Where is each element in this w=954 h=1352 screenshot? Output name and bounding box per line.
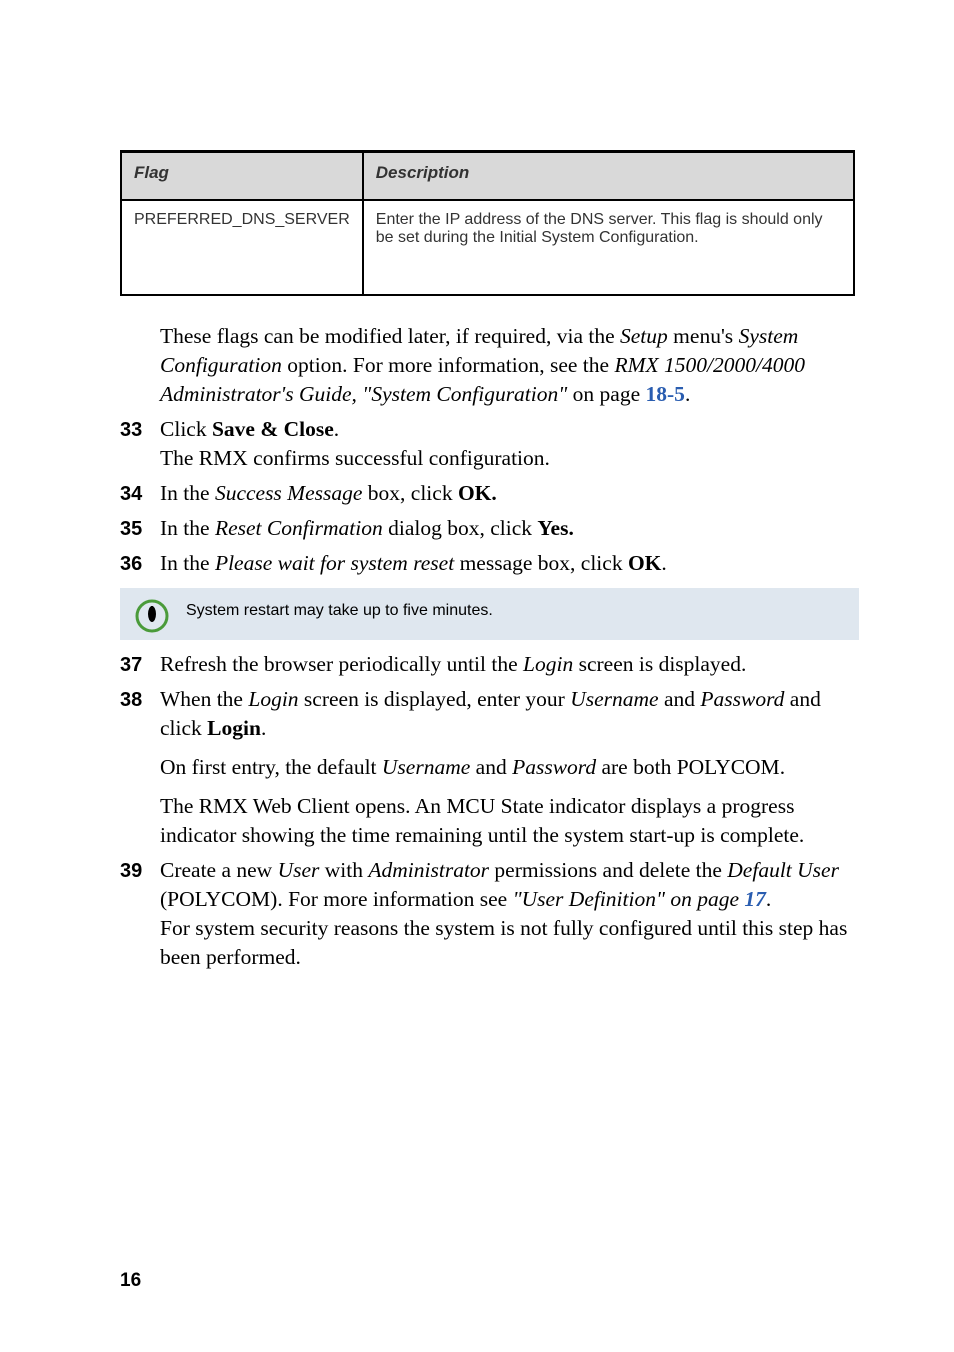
note-text: System restart may take up to five minut… bbox=[186, 602, 493, 619]
emph: Administrator bbox=[368, 858, 489, 882]
col-header-desc: Description bbox=[363, 152, 854, 200]
emph: Username bbox=[382, 755, 470, 779]
emph: Login bbox=[523, 652, 573, 676]
text: menu's bbox=[668, 324, 739, 348]
text: . bbox=[334, 417, 339, 441]
emph: Username bbox=[570, 687, 658, 711]
bold-ok: OK bbox=[628, 551, 661, 575]
text: ). For more information see bbox=[270, 887, 512, 911]
step-number: 39 bbox=[120, 858, 142, 885]
step-34: 34 In the Success Message box, click OK. bbox=[120, 479, 859, 508]
text: screen is displayed. bbox=[573, 652, 746, 676]
step-36: 36 In the Please wait for system reset m… bbox=[120, 549, 859, 578]
text: Create a new bbox=[160, 858, 278, 882]
bold-yes: Yes. bbox=[537, 516, 573, 540]
text: In the bbox=[160, 551, 215, 575]
text: and bbox=[470, 755, 512, 779]
text: are both bbox=[596, 755, 677, 779]
col-header-flag: Flag bbox=[121, 152, 363, 200]
emph: Success Message bbox=[215, 481, 362, 505]
cell-desc: Enter the IP address of the DNS server. … bbox=[363, 200, 854, 295]
step-number: 33 bbox=[120, 417, 142, 444]
text: . bbox=[661, 551, 666, 575]
text: box, click bbox=[362, 481, 458, 505]
bold-save-close: Save & Close bbox=[212, 417, 334, 441]
intro-paragraph: These flags can be modified later, if re… bbox=[160, 322, 859, 409]
text: dialog box, click bbox=[383, 516, 538, 540]
sub-paragraph: The RMX Web Client opens. An MCU State i… bbox=[160, 792, 859, 850]
step-number: 35 bbox=[120, 516, 142, 543]
text-polycom: POLYCOM bbox=[167, 887, 270, 911]
emph: User bbox=[278, 858, 320, 882]
text: . bbox=[766, 887, 771, 911]
bold-login: Login bbox=[207, 716, 261, 740]
page-link-17[interactable]: 17 bbox=[744, 887, 766, 911]
step-33: 33 Click Save & Close. The RMX confirms … bbox=[120, 415, 859, 473]
text: When the bbox=[160, 687, 248, 711]
emph: Password bbox=[700, 687, 784, 711]
text: On first entry, the default bbox=[160, 755, 382, 779]
step-number: 37 bbox=[120, 652, 142, 679]
text: and bbox=[659, 687, 701, 711]
step-number: 34 bbox=[120, 481, 142, 508]
emph-systitle: "System Configuration" bbox=[362, 382, 567, 406]
note-box: System restart may take up to five minut… bbox=[120, 588, 859, 640]
text: These flags can be modified later, if re… bbox=[160, 324, 620, 348]
flag-table: Flag Description PREFERRED_DNS_SERVER En… bbox=[120, 150, 855, 296]
text: permissions and delete the bbox=[489, 858, 727, 882]
emph: Password bbox=[512, 755, 596, 779]
info-icon bbox=[134, 598, 170, 634]
text: option. For more information, see the bbox=[282, 353, 615, 377]
text: In the bbox=[160, 516, 215, 540]
text: In the bbox=[160, 481, 215, 505]
step-35: 35 In the Reset Confirmation dialog box,… bbox=[120, 514, 859, 543]
text: on page bbox=[567, 382, 645, 406]
text: . bbox=[261, 716, 266, 740]
step-number: 38 bbox=[120, 687, 142, 714]
page-link-18-5[interactable]: 18-5 bbox=[646, 382, 685, 406]
text: . bbox=[780, 755, 785, 779]
emph-setup: Setup bbox=[620, 324, 668, 348]
cell-flag: PREFERRED_DNS_SERVER bbox=[121, 200, 363, 295]
text: For system security reasons the system i… bbox=[160, 916, 847, 969]
page-number: 16 bbox=[120, 1270, 141, 1292]
sub-paragraph: On first entry, the default Username and… bbox=[160, 753, 859, 782]
text: Click bbox=[160, 417, 212, 441]
step-number: 36 bbox=[120, 551, 142, 578]
bold-ok: OK. bbox=[458, 481, 497, 505]
text: with bbox=[319, 858, 368, 882]
emph-user-def: User Definition" on page bbox=[522, 887, 745, 911]
text: message box, click bbox=[454, 551, 628, 575]
emph: Login bbox=[248, 687, 298, 711]
text-polycom: POLYCOM bbox=[677, 755, 780, 779]
table-row: PREFERRED_DNS_SERVER Enter the IP addres… bbox=[121, 200, 854, 295]
text: screen is displayed, enter your bbox=[299, 687, 571, 711]
emph: Default User bbox=[727, 858, 839, 882]
step-39: 39 Create a new User with Administrator … bbox=[120, 856, 859, 972]
text: " bbox=[513, 887, 522, 911]
emph: Please wait for system reset bbox=[215, 551, 454, 575]
text: . bbox=[685, 382, 690, 406]
table-header-row: Flag Description bbox=[121, 152, 854, 200]
text: The RMX confirms successful configuratio… bbox=[160, 446, 550, 470]
text: Refresh the browser periodically until t… bbox=[160, 652, 523, 676]
step-37: 37 Refresh the browser periodically unti… bbox=[120, 650, 859, 679]
emph: Reset Confirmation bbox=[215, 516, 383, 540]
step-38: 38 When the Login screen is displayed, e… bbox=[120, 685, 859, 850]
